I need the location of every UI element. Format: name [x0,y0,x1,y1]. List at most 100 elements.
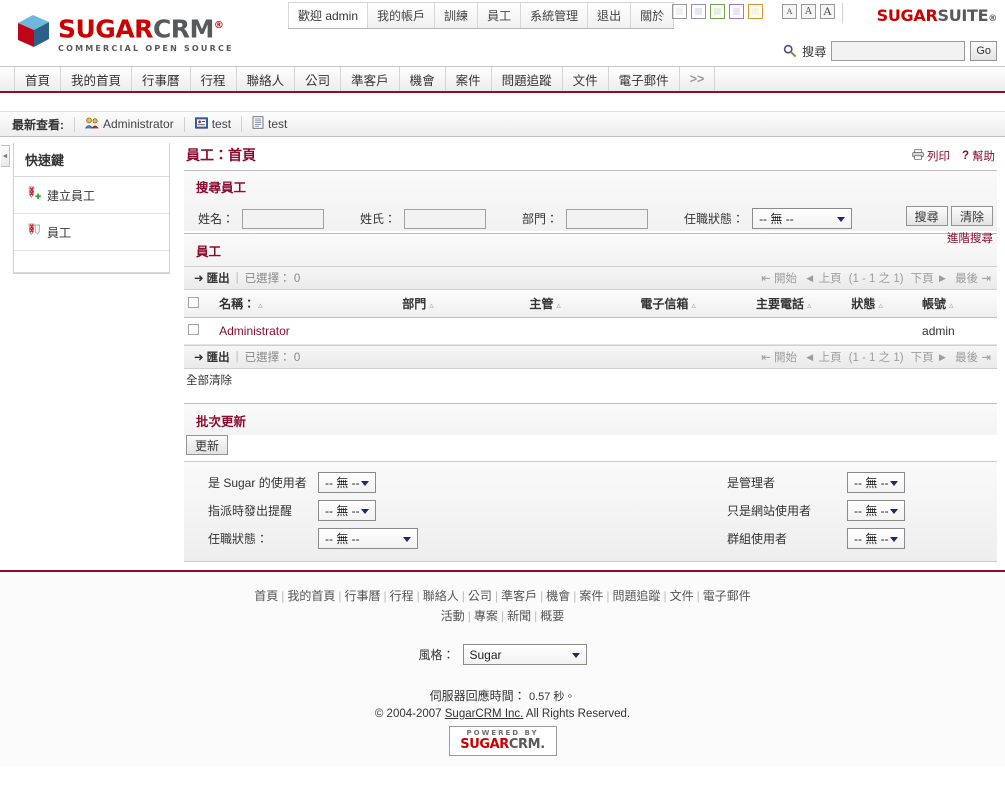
search-go-button[interactable]: Go [970,41,997,61]
advanced-search-link[interactable]: 進階搜尋 [906,230,993,246]
footer-link-accounts[interactable]: 公司 [465,589,495,603]
font-size-large-button[interactable]: A [820,4,835,19]
theme-swatch-gray[interactable] [672,4,687,19]
last-viewed-item[interactable]: test [183,116,241,132]
sugarcrm-inc-link[interactable]: SugarCRM Inc. [445,708,524,720]
search-form: 姓名： 姓氏： 部門： 任職狀態： -- 無 -- 搜尋 清除 進階搜尋 [184,202,997,245]
pager-start-button[interactable]: ⇤ 開始 [761,349,797,365]
font-size-small-button[interactable]: A [782,4,797,19]
footer-link-emails[interactable]: 電子郵件 [700,589,754,603]
print-button[interactable]: 列印 [912,148,950,164]
module-tab-home[interactable]: 首頁 [14,67,62,91]
module-tab-emails[interactable]: 電子郵件 [609,67,680,91]
employee-name-link[interactable]: Administrator [219,324,290,338]
export-button[interactable]: ➜ 匯出 [194,349,230,365]
footer-link-home[interactable]: 首頁 [251,589,281,603]
page-title-row: 員工：首頁 列印 ? 幫助 [184,143,997,170]
footer-link-projects[interactable]: 專案 [471,609,501,623]
footer-link-summary[interactable]: 概要 [537,609,567,623]
theme-swatch-orange[interactable] [748,4,763,19]
help-button[interactable]: ? 幫助 [962,148,995,164]
font-size-medium-button[interactable]: A [801,4,816,19]
column-header-department[interactable]: 部門 ▵ [398,290,526,318]
footer-link-documents[interactable]: 文件 [667,589,697,603]
utility-tab-welcome-admin[interactable]: 歡迎 admin [288,2,368,28]
sidebar-item-employees[interactable]: 員工 [14,214,169,251]
footer-link-contacts[interactable]: 聯絡人 [420,589,462,603]
utility-tab-my-account[interactable]: 我的帳戶 [367,2,435,28]
utility-tab-admin[interactable]: 系統管理 [520,2,588,28]
mass-update-button[interactable]: 更新 [186,435,229,455]
footer-link-news[interactable]: 新聞 [504,609,534,623]
search-clear-button[interactable]: 清除 [950,206,993,226]
utility-tab-training[interactable]: 訓練 [434,2,478,28]
pager-next-button[interactable]: 下頁 ► [911,270,949,286]
list-toolbar-left: ➜ 匯出 | 已選擇： 0 [194,270,300,286]
utility-tab-employees[interactable]: 員工 [477,2,521,28]
portal-only-user-select[interactable]: -- 無 -- [847,500,905,521]
footer-link-opportunities[interactable]: 機會 [543,589,573,603]
employment-status-mu-select[interactable]: -- 無 -- [318,528,418,549]
first-name-input[interactable] [242,208,325,229]
column-header-status[interactable]: 狀態 ▵ [847,290,919,318]
utility-tab-about[interactable]: 關於 [630,2,675,28]
footer-link-leads[interactable]: 準客戶 [498,589,540,603]
pager-prev-button[interactable]: ◄ 上頁 [804,349,842,365]
suite-sugar-text: SUGAR [876,6,938,25]
select-all-checkbox[interactable] [188,296,199,308]
pager-last-button[interactable]: 最後 ⇥ [955,349,991,365]
theme-swatch-green[interactable] [710,4,725,19]
is-administrator-select[interactable]: -- 無 -- [847,472,905,493]
pager-next-button[interactable]: 下頁 ► [911,349,949,365]
module-tab-more[interactable]: >> [680,67,716,91]
footer-link-activities2[interactable]: 活動 [438,609,468,623]
module-tab-accounts[interactable]: 公司 [295,67,342,91]
utility-tab-logout[interactable]: 退出 [587,2,631,28]
module-tab-cases[interactable]: 案件 [446,67,492,91]
is-sugar-user-select[interactable]: -- 無 -- [318,472,376,493]
pager-prev-button[interactable]: ◄ 上頁 [804,270,842,286]
clear-all-link[interactable]: 全部清除 [184,369,997,391]
row-checkbox[interactable] [188,324,199,335]
column-header-supervisor[interactable]: 主管 ▵ [525,290,637,318]
footer-link-my-home[interactable]: 我的首頁 [284,589,338,603]
column-header-email[interactable]: 電子信箱 ▵ [636,290,753,318]
group-user-select[interactable]: -- 無 -- [847,528,905,549]
footer-link-activities[interactable]: 行程 [387,589,417,603]
module-tab-bugs[interactable]: 問題追蹤 [492,67,563,91]
pager-last-button[interactable]: 最後 ⇥ [955,270,991,286]
search-submit-button[interactable]: 搜尋 [905,206,948,226]
employment-status-select[interactable]: -- 無 -- [752,208,853,229]
chevron-down-icon [890,536,898,542]
theme-swatch-blue[interactable] [691,4,706,19]
chevron-down-icon [890,508,898,514]
theme-select[interactable]: Sugar [462,644,587,665]
department-input[interactable] [566,208,649,229]
notify-on-assignment-select[interactable]: -- 無 -- [318,500,376,521]
theme-swatch-purple[interactable] [729,4,744,19]
sugarcrm-logo[interactable]: SUGARCRM® COMMERCIAL OPEN SOURCE [16,13,234,53]
export-button[interactable]: ➜ 匯出 [194,270,230,286]
column-header-phone[interactable]: 主要電話 ▵ [752,290,848,318]
module-tab-calendar[interactable]: 行事曆 [132,67,191,91]
column-header-name[interactable]: 名稱： ▵ [215,290,399,318]
last-viewed-item[interactable]: Administrator [74,116,184,132]
module-tab-opportunities[interactable]: 機會 [400,67,446,91]
last-viewed-item[interactable]: test [241,116,297,132]
sidebar-collapse-toggle[interactable]: ◄ [1,145,10,167]
page-title: 員工：首頁 [186,147,256,163]
footer-link-cases[interactable]: 案件 [576,589,606,603]
column-header-username[interactable]: 帳號 ▵ [918,290,997,318]
footer-link-calendar[interactable]: 行事曆 [342,589,384,603]
module-tab-contacts[interactable]: 聯絡人 [237,67,296,91]
module-tab-documents[interactable]: 文件 [563,67,609,91]
last-name-input[interactable] [404,208,487,229]
sidebar-item-create-employee[interactable]: 建立員工 [14,177,169,214]
search-input[interactable] [831,41,966,61]
module-tab-activities[interactable]: 行程 [191,67,237,91]
footer-link-bugs[interactable]: 問題追蹤 [609,589,663,603]
module-tab-leads[interactable]: 準客戶 [341,67,400,91]
search-icon [783,44,797,58]
module-tab-my-home[interactable]: 我的首頁 [61,67,133,91]
pager-start-button[interactable]: ⇤ 開始 [761,270,797,286]
